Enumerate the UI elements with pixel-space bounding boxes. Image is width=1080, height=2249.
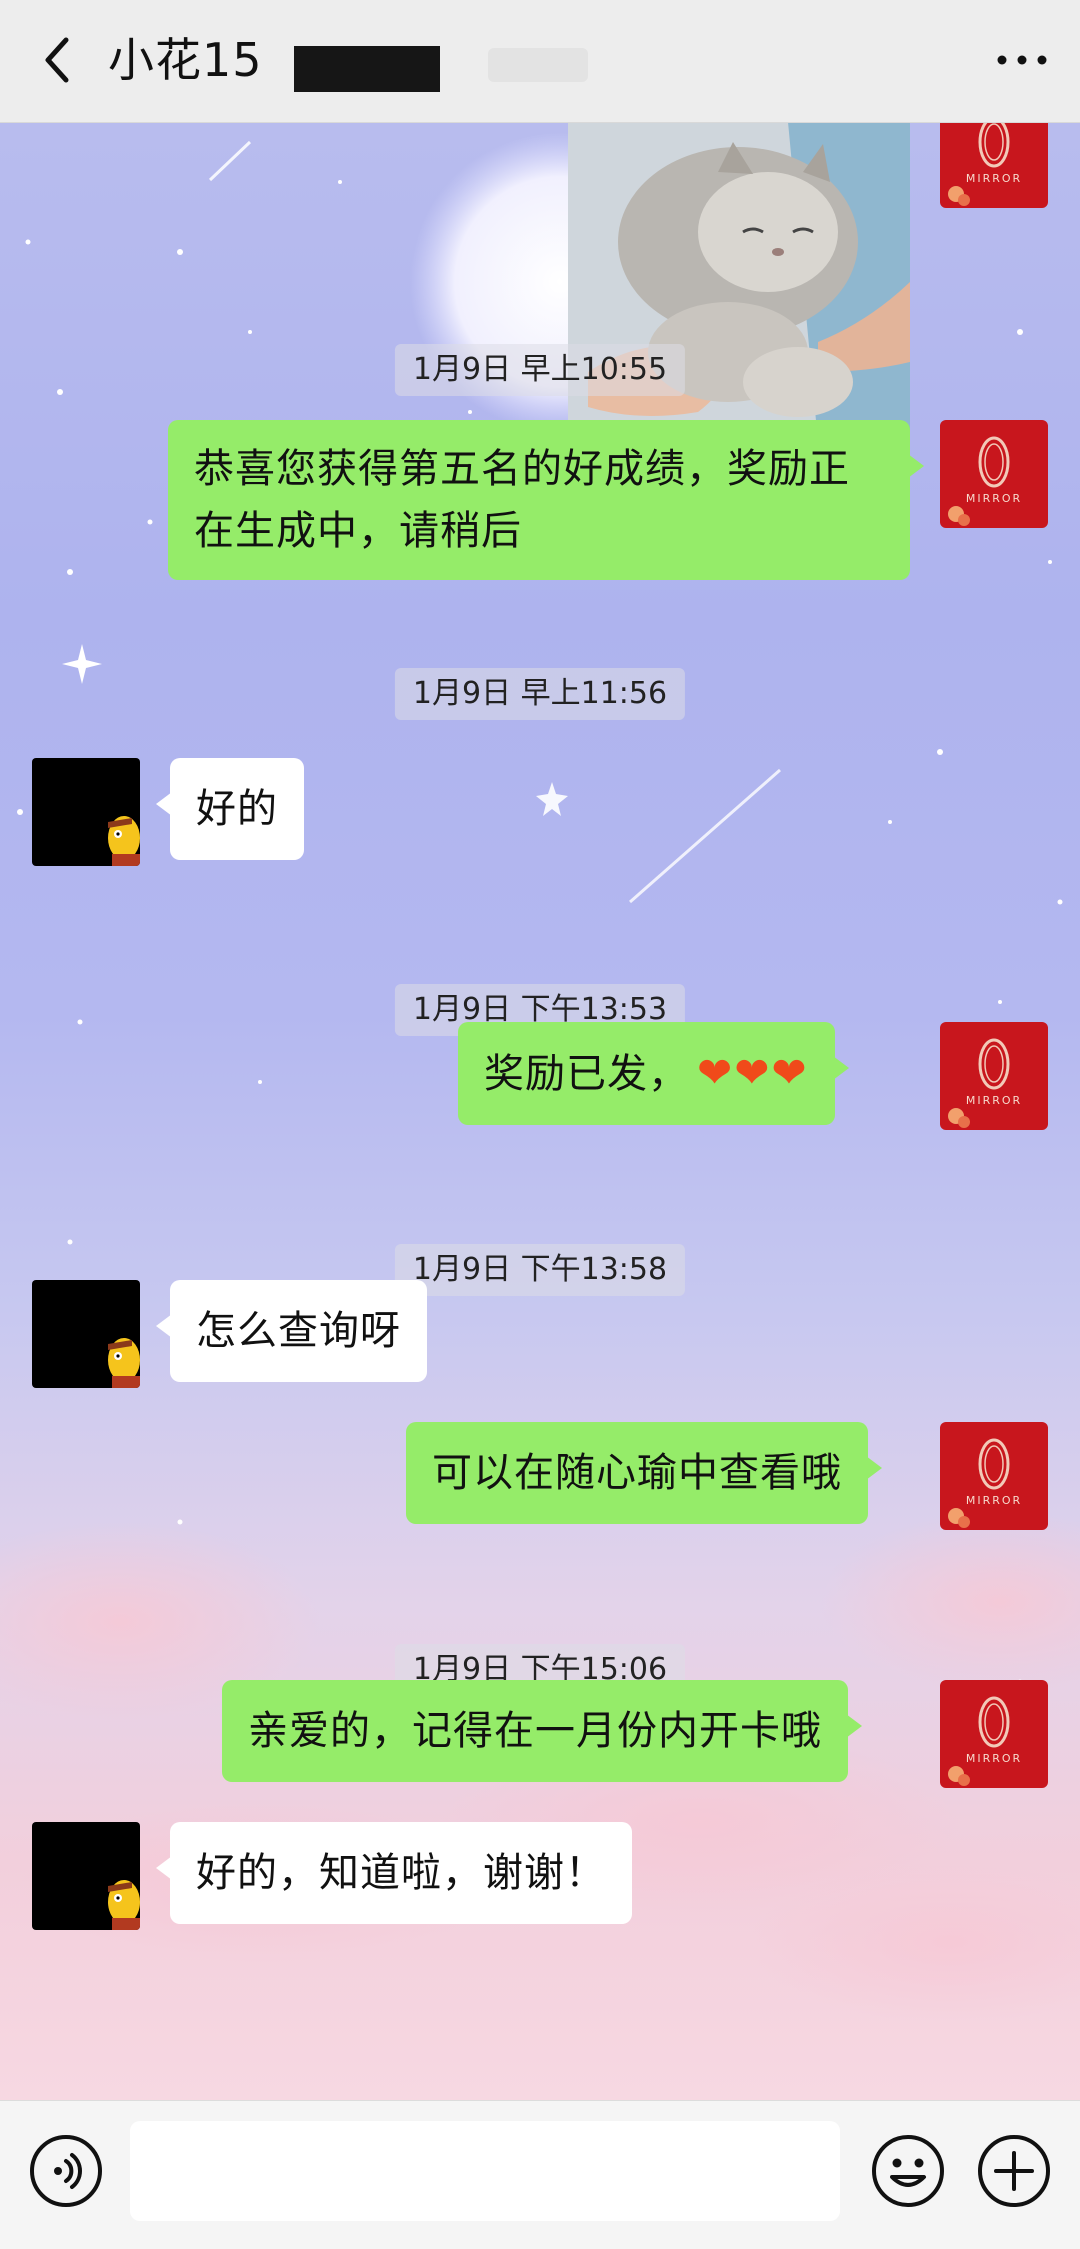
contact-avatar[interactable] bbox=[32, 1822, 140, 1930]
mirror-logo-icon: MIRROR bbox=[940, 1022, 1048, 1130]
my-avatar[interactable]: MIRROR bbox=[940, 420, 1048, 528]
chat-area[interactable]: MIRROR 1月9日 早上10:55 恭喜您获得第五名的好成绩，奖励正在生成中… bbox=[0, 122, 1080, 2100]
chevron-left-icon[interactable] bbox=[28, 30, 88, 90]
mirror-logo-icon: MIRROR bbox=[940, 1422, 1048, 1530]
message-bubble-sent[interactable]: 可以在随心瑜中查看哦 bbox=[406, 1422, 882, 1524]
timestamp: 1月9日 早上11:56 bbox=[394, 668, 686, 720]
message-text: 怎么查询呀 bbox=[196, 1308, 401, 1354]
redaction-block bbox=[294, 46, 440, 92]
svg-text:MIRROR: MIRROR bbox=[966, 492, 1022, 505]
message-text: 可以在随心瑜中查看哦 bbox=[432, 1450, 842, 1496]
message-input[interactable] bbox=[130, 2121, 840, 2221]
chat-title: 小花15 bbox=[108, 33, 263, 87]
svg-text:MIRROR: MIRROR bbox=[966, 172, 1022, 185]
voice-icon[interactable] bbox=[28, 2133, 104, 2209]
message-text: 恭喜您获得第五名的好成绩，奖励正在生成中，请稍后 bbox=[194, 446, 850, 554]
message-text: 好的，知道啦，谢谢！ bbox=[196, 1850, 606, 1896]
message-text: 奖励已发， bbox=[484, 1051, 689, 1097]
timestamp: 1月9日 早上10:55 bbox=[394, 344, 686, 396]
message-bubble-received[interactable]: 好的 bbox=[156, 758, 304, 860]
cartoon-avatar-icon bbox=[32, 758, 140, 866]
mirror-logo-icon: MIRROR bbox=[940, 122, 1048, 208]
cartoon-avatar-icon bbox=[32, 1280, 140, 1388]
my-avatar[interactable]: MIRROR bbox=[940, 1022, 1048, 1130]
redaction-block-light bbox=[488, 48, 588, 82]
input-bar bbox=[0, 2100, 1080, 2249]
emoji-icon[interactable] bbox=[870, 2133, 946, 2209]
message-bubble-received[interactable]: 怎么查询呀 bbox=[156, 1280, 427, 1382]
svg-text:MIRROR: MIRROR bbox=[966, 1752, 1022, 1765]
heart-emoji-icon: ❤❤❤ bbox=[697, 1048, 809, 1097]
message-text: 好的 bbox=[196, 786, 278, 832]
mirror-logo-icon: MIRROR bbox=[940, 1680, 1048, 1788]
cartoon-avatar-icon bbox=[32, 1822, 140, 1930]
more-dots-icon[interactable] bbox=[992, 42, 1052, 78]
timestamp: 1月9日 下午13:58 bbox=[394, 1244, 686, 1296]
svg-text:MIRROR: MIRROR bbox=[966, 1494, 1022, 1507]
my-avatar[interactable]: MIRROR bbox=[940, 1680, 1048, 1788]
message-bubble-sent[interactable]: 奖励已发， ❤❤❤ bbox=[458, 1022, 849, 1125]
chat-header: 小花15 bbox=[0, 0, 1080, 123]
message-bubble-received[interactable]: 好的，知道啦，谢谢！ bbox=[156, 1822, 632, 1924]
contact-avatar[interactable] bbox=[32, 758, 140, 866]
contact-avatar[interactable] bbox=[32, 1280, 140, 1388]
svg-text:MIRROR: MIRROR bbox=[966, 1094, 1022, 1107]
message-bubble-sent[interactable]: 亲爱的，记得在一月份内开卡哦 bbox=[222, 1680, 862, 1782]
mirror-logo-icon: MIRROR bbox=[940, 420, 1048, 528]
plus-icon[interactable] bbox=[976, 2133, 1052, 2209]
message-text: 亲爱的，记得在一月份内开卡哦 bbox=[248, 1708, 822, 1754]
my-avatar[interactable]: MIRROR bbox=[940, 122, 1048, 208]
my-avatar[interactable]: MIRROR bbox=[940, 1422, 1048, 1530]
message-bubble-sent[interactable]: 恭喜您获得第五名的好成绩，奖励正在生成中，请稍后 bbox=[168, 420, 924, 580]
